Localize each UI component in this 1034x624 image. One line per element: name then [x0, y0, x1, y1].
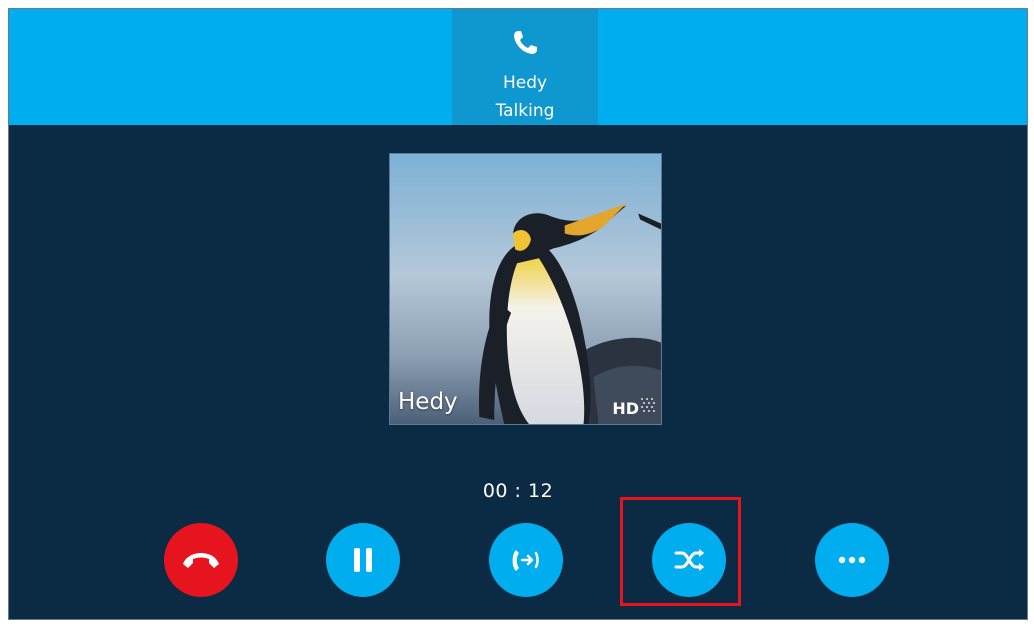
hd-audio-icon: [641, 398, 655, 412]
pause-icon: [354, 548, 372, 572]
caller-name: Hedy: [502, 73, 548, 93]
contact-avatar: Hedy HD: [389, 153, 662, 425]
call-screen: Hedy Talking Hedy HD 00: 12: [8, 8, 1028, 620]
end-call-button[interactable]: [164, 523, 238, 597]
phone-icon: [514, 31, 537, 54]
shuffle-icon: [674, 549, 704, 571]
hold-button[interactable]: [326, 523, 400, 597]
more-button[interactable]: [815, 523, 889, 597]
penguin-photo: [390, 154, 661, 424]
transfer-button[interactable]: [489, 523, 563, 597]
swap-call-button[interactable]: [652, 523, 726, 597]
active-call-tab[interactable]: Hedy Talking: [452, 9, 598, 125]
phone-hangup-icon: [183, 553, 219, 568]
call-timer: 00 : 12: [482, 480, 554, 502]
hd-badge: HD: [612, 399, 639, 418]
call-status: Talking: [495, 101, 555, 121]
call-header: Hedy Talking: [9, 9, 1027, 125]
transfer-icon: [512, 550, 539, 571]
more-dots-icon: [838, 556, 866, 564]
contact-name: Hedy: [398, 389, 458, 415]
